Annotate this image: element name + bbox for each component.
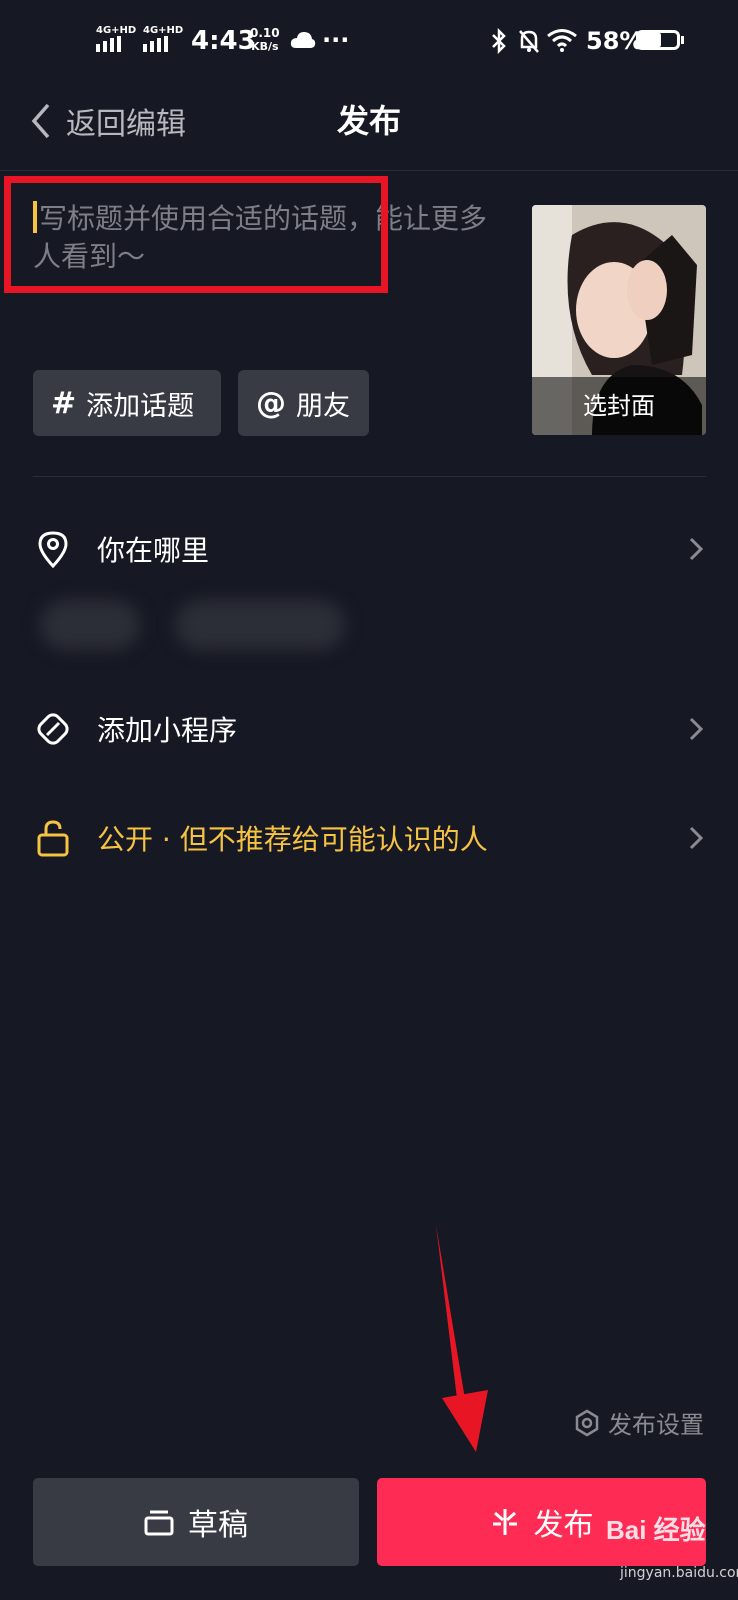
- privacy-row[interactable]: 公开 · 但不推荐给可能认识的人: [33, 808, 706, 868]
- draft-box-icon: [144, 1510, 174, 1536]
- watermark-url: jingyan.baidu.com: [620, 1565, 738, 1581]
- add-topic-label: 添加话题: [86, 390, 195, 422]
- hashtag-icon: #: [51, 385, 77, 421]
- draft-label: 草稿: [188, 1508, 248, 1543]
- chevron-right-icon: [689, 537, 704, 561]
- publish-settings-label: 发布设置: [608, 1411, 704, 1439]
- location-row[interactable]: 你在哪里: [33, 519, 706, 579]
- at-icon: @: [256, 385, 286, 421]
- location-label: 你在哪里: [97, 534, 210, 567]
- chevron-right-icon: [689, 826, 704, 850]
- select-cover-button[interactable]: 选封面: [532, 205, 706, 435]
- battery-fill: [639, 33, 662, 47]
- unlock-icon: [33, 818, 73, 858]
- watermark-logo: Bai 经验: [606, 1515, 706, 1545]
- publish-settings-button[interactable]: 发布设置: [574, 1405, 704, 1440]
- blurred-location-suggestion[interactable]: [175, 600, 345, 650]
- blurred-location-suggestion[interactable]: [40, 600, 140, 650]
- annotation-highlight-box: [4, 176, 388, 293]
- signal-2: 4G+HD: [143, 26, 183, 56]
- status-time: 4:43: [191, 26, 256, 56]
- mention-friend-label: 朋友: [296, 390, 350, 422]
- battery-percent: 58%: [586, 27, 644, 55]
- mini-program-label: 添加小程序: [97, 714, 238, 747]
- header-divider: [0, 170, 738, 171]
- signal-1: 4G+HD: [96, 26, 136, 56]
- bluetooth-icon: [492, 28, 506, 54]
- location-pin-icon: [33, 529, 73, 569]
- select-cover-label: 选封面: [532, 377, 706, 435]
- cloud-icon: [290, 32, 316, 48]
- battery-tip: [681, 36, 684, 44]
- wifi-icon: [547, 29, 577, 52]
- chevron-right-icon: [689, 717, 704, 741]
- annotation-arrow-icon: [436, 1225, 488, 1452]
- sparkle-icon: [492, 1509, 517, 1535]
- back-to-edit-button[interactable]: 返回编辑: [30, 96, 186, 146]
- draft-button[interactable]: 草稿: [33, 1478, 359, 1566]
- link-icon: [33, 709, 73, 749]
- section-divider: [33, 476, 706, 477]
- privacy-label: 公开 · 但不推荐给可能认识的人: [97, 823, 488, 856]
- mention-friend-button[interactable]: @ 朋友: [238, 370, 369, 436]
- publish-label: 发布: [533, 1508, 594, 1543]
- net-speed: 0.10 KB/s: [250, 26, 280, 54]
- signal-bars-icon: [143, 36, 168, 52]
- more-indicator: ···: [322, 26, 350, 54]
- mini-program-row[interactable]: 添加小程序: [33, 699, 706, 759]
- back-label: 返回编辑: [66, 107, 186, 142]
- chevron-left-icon: [31, 103, 50, 139]
- hexagon-settings-icon: [575, 1409, 599, 1436]
- status-bar: 4G+HD 4G+HD 4:43 0.10 KB/s ··· 58%: [0, 0, 738, 80]
- add-topic-button[interactable]: # 添加话题: [33, 370, 221, 436]
- bell-muted-icon: [519, 30, 539, 53]
- battery-icon: [636, 30, 680, 50]
- signal-bars-icon: [96, 36, 121, 52]
